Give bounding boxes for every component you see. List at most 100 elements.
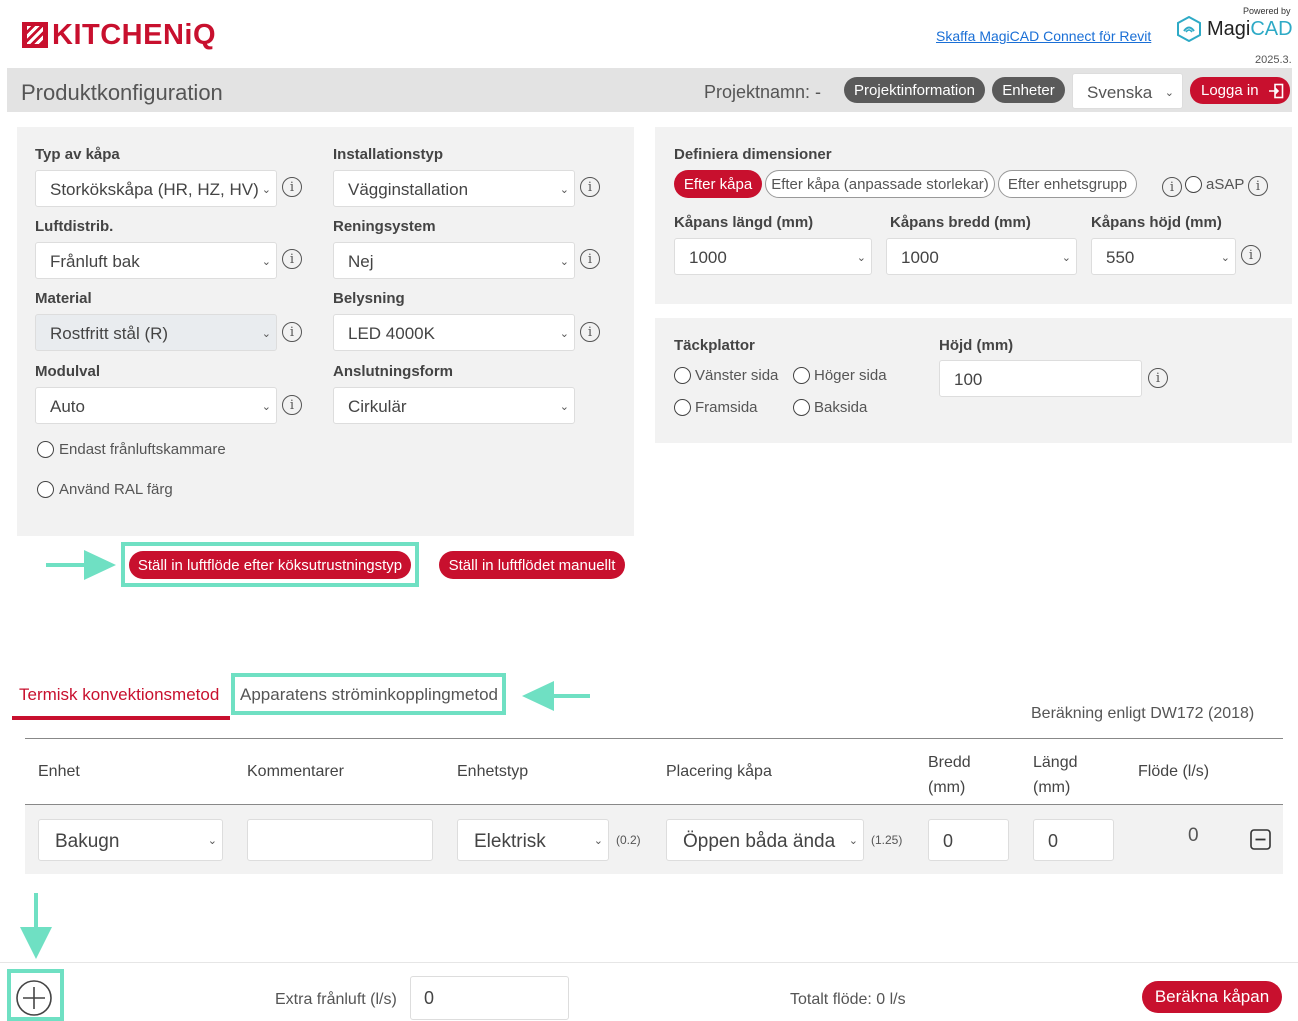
- tab-custom-sizes[interactable]: Efter kåpa (anpassade storlekar): [765, 170, 995, 198]
- magicad-prefix: Magi: [1207, 17, 1251, 40]
- hood-height-value: 550: [1106, 248, 1135, 267]
- chevron-down-icon: ⌄: [261, 256, 271, 268]
- cleaning-system-select[interactable]: Nej ⌄: [333, 242, 575, 279]
- ral-color-radio[interactable]: [37, 481, 54, 498]
- unit-select[interactable]: Bakugn ⌄: [38, 819, 223, 861]
- magicad-revit-link[interactable]: Skaffa MagiCAD Connect för Revit: [936, 28, 1151, 44]
- installation-select[interactable]: Vägginstallation ⌄: [333, 170, 575, 207]
- comment-input[interactable]: [247, 819, 433, 861]
- annotation-arrow-down-icon: [20, 893, 52, 959]
- extra-exhaust-input[interactable]: 0: [410, 976, 569, 1020]
- lighting-select[interactable]: LED 4000K ⌄: [333, 314, 575, 351]
- length-input[interactable]: 0: [1033, 819, 1114, 861]
- info-icon[interactable]: i: [1148, 368, 1168, 388]
- info-icon[interactable]: i: [580, 322, 600, 342]
- unit-type-select[interactable]: Elektrisk ⌄: [457, 819, 609, 861]
- width-input[interactable]: 0: [928, 819, 1009, 861]
- placement-factor: (1.25): [871, 833, 903, 847]
- info-icon[interactable]: i: [282, 249, 302, 269]
- left-side-radio[interactable]: [674, 367, 691, 384]
- chevron-down-icon: ⌄: [207, 835, 217, 847]
- hood-height-label: Kåpans höjd (mm): [1091, 214, 1222, 231]
- flow-value: 0: [1188, 825, 1199, 846]
- info-icon[interactable]: i: [282, 322, 302, 342]
- total-flow: Totalt flöde: 0 l/s: [790, 991, 906, 1008]
- info-icon[interactable]: i: [1248, 176, 1268, 196]
- ral-color-label: Använd RAL färg: [59, 481, 173, 498]
- logo-text: KITCHENiQ: [52, 18, 216, 51]
- front-label: Framsida: [695, 399, 758, 416]
- hood-length-select[interactable]: 1000 ⌄: [674, 238, 872, 275]
- hood-type-select[interactable]: Storkökskåpa (HR, HZ, HV) ⌄: [35, 170, 277, 207]
- chevron-down-icon: ⌄: [856, 252, 866, 264]
- airflow-by-equipment-button[interactable]: Ställ in luftflöde efter köksutrustnings…: [129, 551, 411, 579]
- chevron-down-icon: ⌄: [1164, 87, 1174, 99]
- login-button[interactable]: Logga in: [1190, 77, 1290, 104]
- header-hood-placement: Placering kåpa: [666, 763, 772, 780]
- tab-thermal-convection[interactable]: Termisk konvektionsmetod: [19, 685, 219, 705]
- material-select[interactable]: Rostfritt stål (R) ⌄: [35, 314, 277, 351]
- magicad-hexagon-icon: [1177, 16, 1201, 42]
- version-label: 2025.3.: [1255, 54, 1292, 66]
- kitcheniq-logo-mark: [22, 22, 48, 48]
- placement-value: Öppen båda ända: [683, 831, 836, 852]
- annotation-arrow-left-icon: [522, 681, 590, 711]
- cover-height-input[interactable]: 100: [939, 360, 1142, 397]
- module-select[interactable]: Auto ⌄: [35, 387, 277, 424]
- chevron-down-icon: ⌄: [559, 401, 569, 413]
- info-icon[interactable]: i: [282, 395, 302, 415]
- tab-power-method[interactable]: Apparatens ströminkopplingmetod: [240, 685, 498, 705]
- info-icon[interactable]: i: [580, 177, 600, 197]
- powered-by-label: Powered by: [1243, 6, 1291, 16]
- air-distribution-value: Frånluft bak: [50, 252, 140, 271]
- kitcheniq-logo: KITCHENiQ: [22, 18, 216, 52]
- info-icon[interactable]: i: [1162, 177, 1182, 197]
- info-icon[interactable]: i: [1241, 245, 1261, 265]
- tab-unit-group[interactable]: Efter enhetsgrupp: [998, 170, 1137, 198]
- units-button[interactable]: Enheter: [992, 77, 1065, 103]
- back-radio[interactable]: [793, 399, 810, 416]
- tab-by-hood[interactable]: Efter kåpa: [674, 170, 762, 198]
- right-side-radio[interactable]: [793, 367, 810, 384]
- language-select[interactable]: Svenska ⌄: [1072, 73, 1183, 109]
- airflow-manual-button[interactable]: Ställ in luftflödet manuellt: [439, 551, 625, 579]
- chevron-down-icon: ⌄: [261, 184, 271, 196]
- calculate-hood-button[interactable]: Beräkna kåpan: [1142, 981, 1282, 1013]
- info-icon[interactable]: i: [282, 177, 302, 197]
- header-unit-type: Enhetstyp: [457, 763, 529, 780]
- unit-type-value: Elektrisk: [474, 831, 546, 852]
- active-tab-underline: [12, 716, 230, 720]
- hood-height-select[interactable]: 550 ⌄: [1091, 238, 1236, 275]
- asap-label: aSAP: [1206, 176, 1245, 193]
- header-unit: Enhet: [38, 763, 80, 780]
- login-icon: [1268, 83, 1283, 98]
- placement-select[interactable]: Öppen båda ända ⌄: [666, 819, 864, 861]
- add-row-icon[interactable]: [15, 979, 53, 1017]
- hood-length-value: 1000: [689, 248, 727, 267]
- info-icon[interactable]: i: [580, 249, 600, 269]
- right-side-label: Höger sida: [814, 367, 887, 384]
- annotation-arrow-right-icon: [46, 550, 116, 580]
- air-distribution-label: Luftdistrib.: [35, 218, 114, 235]
- cleaning-system-label: Reningsystem: [333, 218, 436, 235]
- header-flow: Flöde (l/s): [1138, 763, 1210, 780]
- project-info-button[interactable]: Projektinformation: [844, 77, 985, 103]
- hood-width-select[interactable]: 1000 ⌄: [886, 238, 1077, 275]
- left-side-label: Vänster sida: [695, 367, 779, 384]
- front-radio[interactable]: [674, 399, 691, 416]
- header-length: Längd (mm): [1033, 754, 1078, 796]
- remove-row-icon[interactable]: [1250, 829, 1271, 850]
- hood-width-value: 1000: [901, 248, 939, 267]
- chevron-down-icon: ⌄: [848, 835, 858, 847]
- connection-form-select[interactable]: Cirkulär ⌄: [333, 387, 575, 424]
- air-distribution-select[interactable]: Frånluft bak ⌄: [35, 242, 277, 279]
- asap-radio[interactable]: [1185, 176, 1202, 193]
- unit-type-factor: (0.2): [616, 833, 641, 847]
- exhaust-only-radio[interactable]: [37, 441, 54, 458]
- page-title: Produktkonfiguration: [21, 80, 223, 105]
- chevron-down-icon: ⌄: [559, 256, 569, 268]
- connection-form-value: Cirkulär: [348, 397, 407, 416]
- chevron-down-icon: ⌄: [261, 401, 271, 413]
- calculation-note: Beräkning enligt DW172 (2018): [1031, 705, 1255, 722]
- language-value: Svenska: [1087, 83, 1153, 102]
